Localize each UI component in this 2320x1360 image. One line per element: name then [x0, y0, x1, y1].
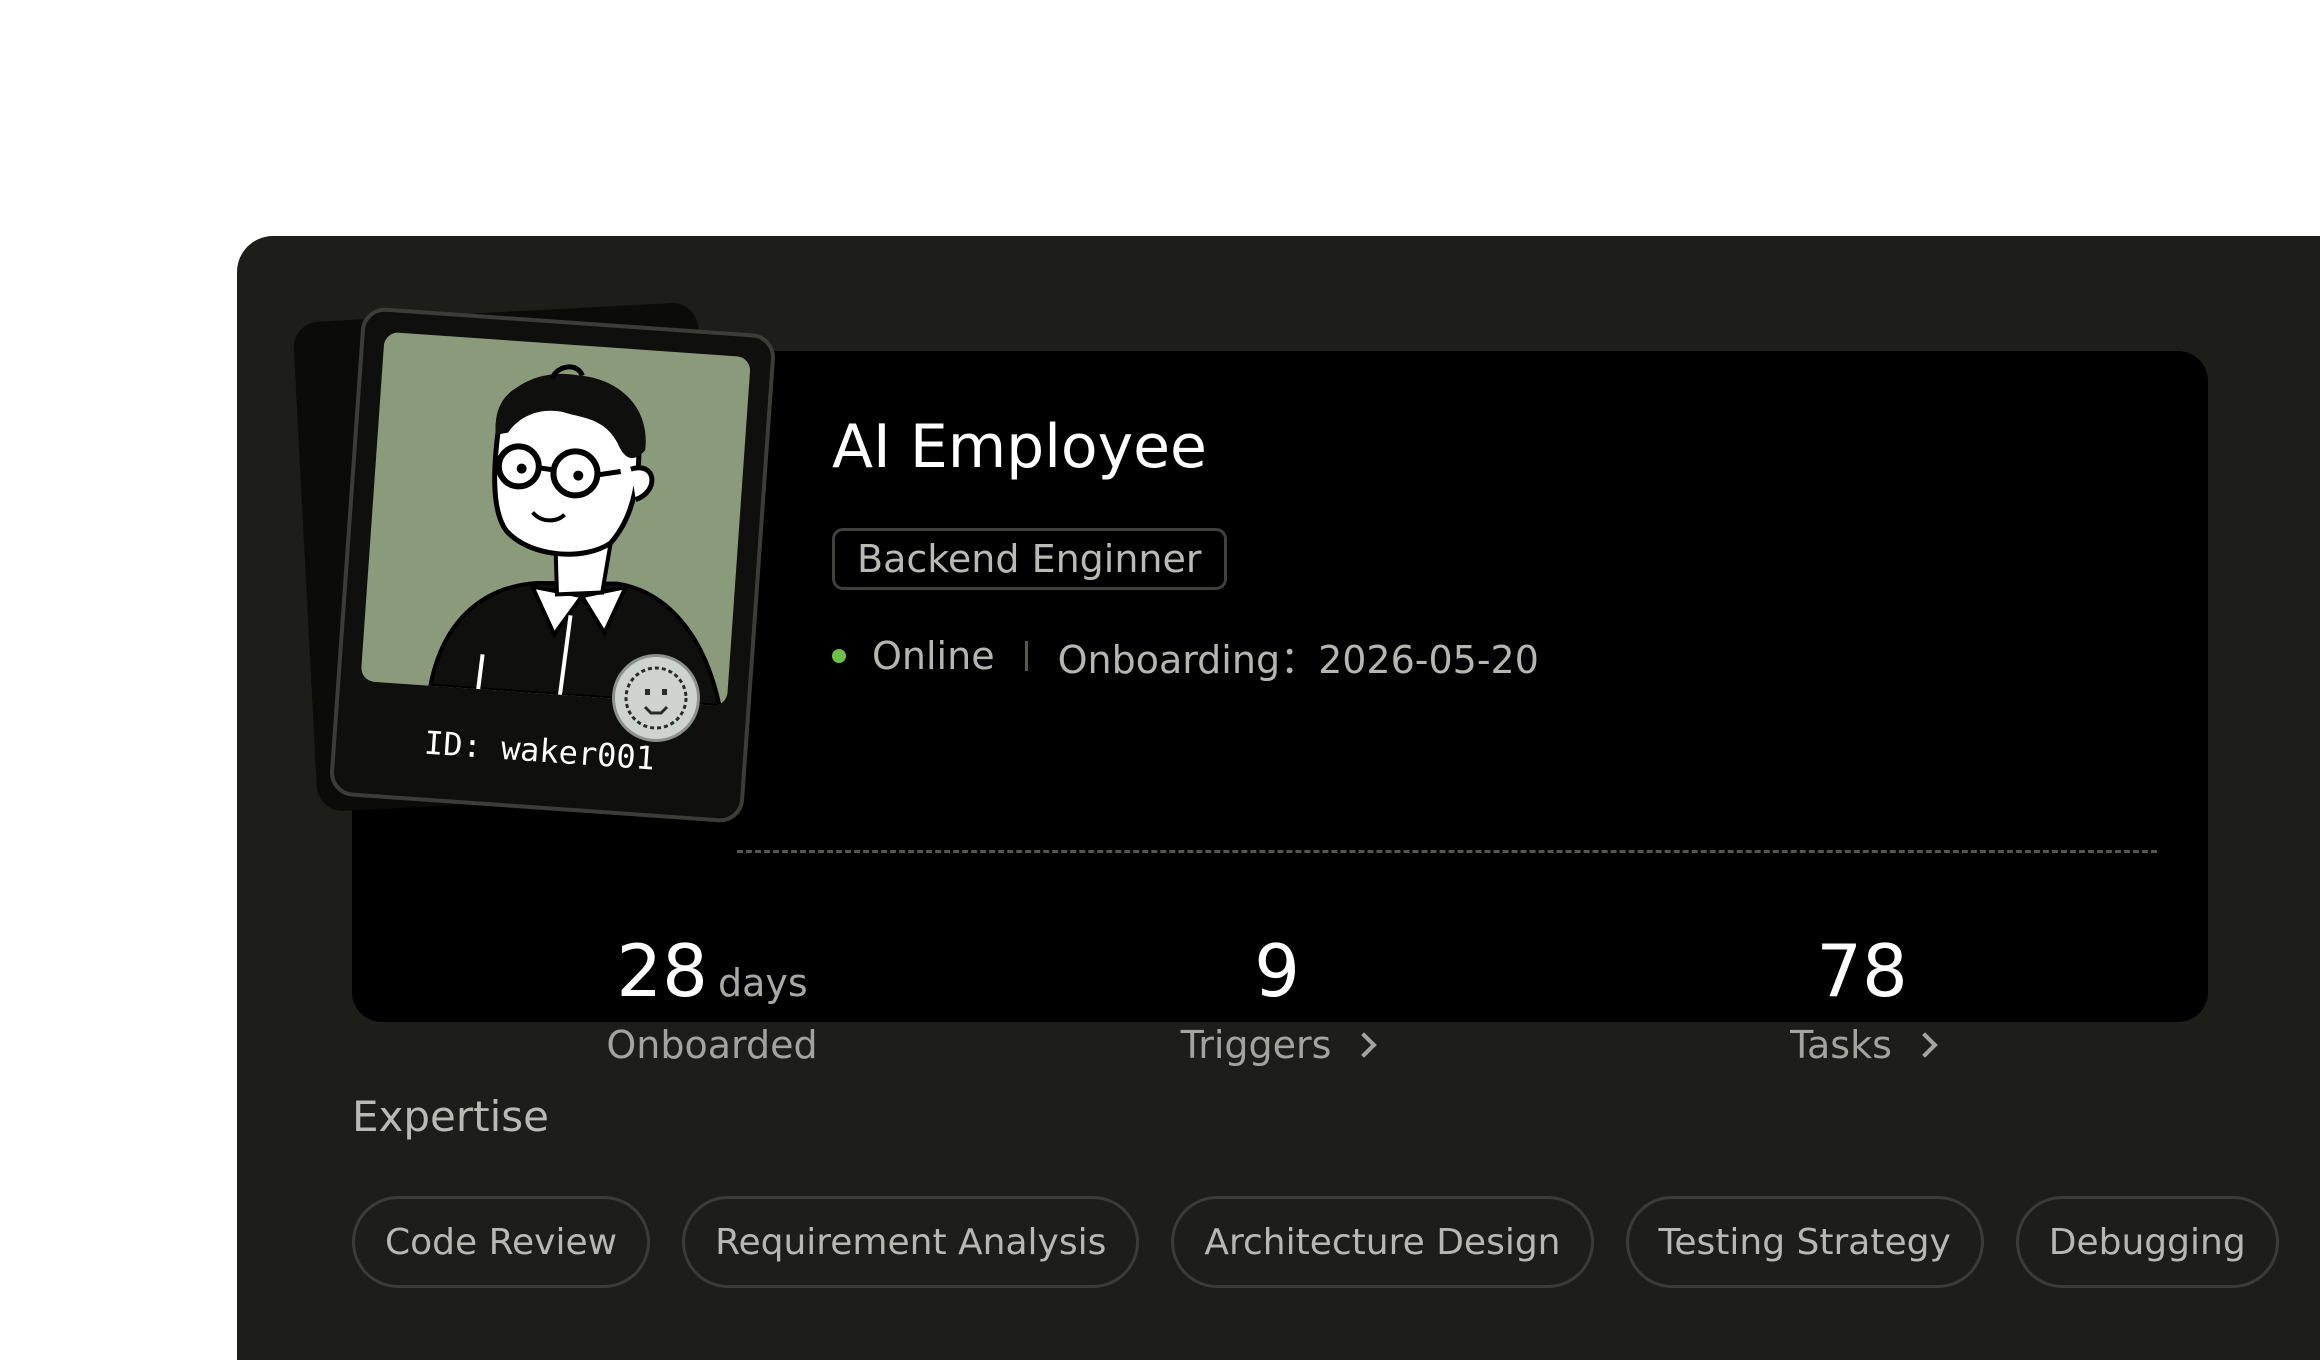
expertise-tag[interactable]: Testing Strategy — [1625, 1196, 1984, 1288]
cartoon-person-icon — [427, 364, 723, 707]
status-text: Online — [872, 634, 995, 678]
avatar — [360, 331, 751, 707]
onboarded-days-unit: days — [717, 961, 808, 1005]
expertise-tags: Code Review Requirement Analysis Archite… — [352, 1196, 2279, 1288]
chevron-right-icon[interactable] — [1351, 1032, 1378, 1058]
status-row: Online Onboarding：2026-05-20 — [832, 626, 1539, 686]
chevron-right-icon[interactable] — [1912, 1032, 1938, 1058]
tasks-count: 78 — [1816, 929, 1908, 1013]
divider — [737, 850, 2157, 853]
stat-tasks[interactable]: 78 Tasks — [1642, 931, 2082, 1067]
role-tag: Backend Enginner — [832, 528, 1227, 590]
expertise-tag[interactable]: Code Review — [352, 1196, 651, 1288]
smiley-face-icon — [612, 654, 700, 742]
onboarded-days-value: 28 — [616, 929, 708, 1013]
stat-triggers[interactable]: 9 Triggers — [1057, 931, 1497, 1067]
employee-name: AI Employee — [832, 412, 1207, 482]
status-separator — [1024, 641, 1028, 671]
triggers-label[interactable]: Triggers — [1181, 1023, 1332, 1067]
onboarding-date: Onboarding：2026-05-20 — [1057, 637, 1539, 682]
expertise-tag[interactable]: Requirement Analysis — [682, 1196, 1140, 1288]
onboarded-label: Onboarded — [606, 1023, 818, 1067]
id-badge: ID: waker001 — [328, 306, 777, 824]
stat-onboarded: 28 days Onboarded — [492, 931, 932, 1067]
tasks-label[interactable]: Tasks — [1790, 1023, 1892, 1067]
status-dot — [832, 649, 846, 663]
expertise-tag[interactable]: Architecture Design — [1171, 1196, 1594, 1288]
triggers-count: 9 — [1254, 929, 1300, 1013]
expertise-heading: Expertise — [352, 1092, 550, 1141]
expertise-tag[interactable]: Debugging — [2015, 1196, 2279, 1288]
